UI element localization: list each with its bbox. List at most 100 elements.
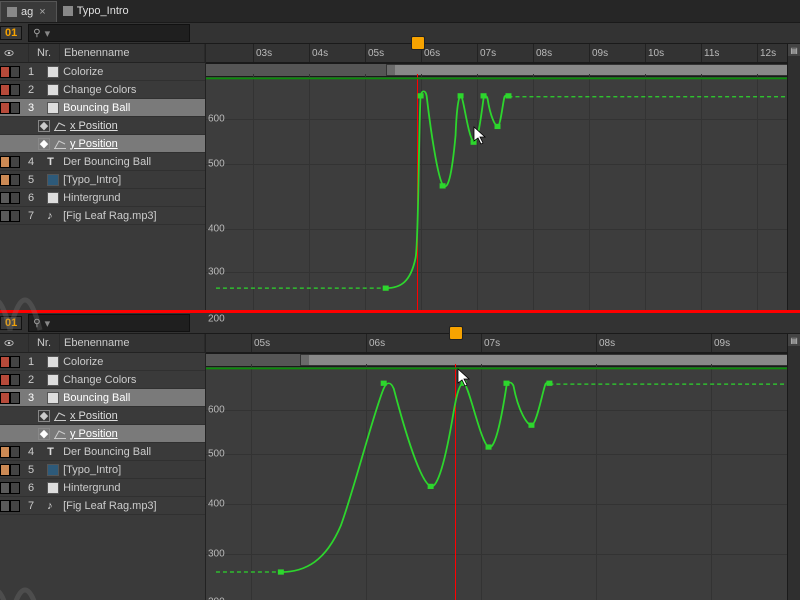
graph-editor-icon[interactable]	[54, 429, 66, 439]
property-row[interactable]: ◆ x Position	[0, 117, 205, 135]
graph-editor[interactable]: 05s06s07s08s09s 600500400300200 ▤	[206, 334, 800, 600]
visibility-toggle[interactable]	[0, 153, 10, 170]
keyframe	[461, 381, 467, 386]
ruler-tick: 04s	[309, 44, 328, 62]
vertical-scrollbar[interactable]: ▤	[787, 334, 800, 600]
stopwatch-icon[interactable]: ◆	[38, 410, 50, 422]
visibility-toggle[interactable]	[0, 461, 10, 478]
lock-toggle[interactable]	[10, 389, 20, 406]
lock-toggle[interactable]	[10, 461, 20, 478]
tab-typo-intro[interactable]: Typo_Intro	[57, 1, 139, 21]
close-icon[interactable]: ×	[39, 6, 45, 18]
property-name[interactable]: x Position	[70, 120, 118, 132]
lock-toggle[interactable]	[10, 189, 20, 206]
layer-row[interactable]: 6 Hintergrund	[0, 479, 205, 497]
property-name[interactable]: y Position	[70, 428, 118, 440]
vertical-scrollbar[interactable]: ▤	[787, 44, 800, 310]
visibility-toggle[interactable]	[0, 81, 10, 98]
visibility-toggle[interactable]	[0, 497, 10, 514]
layer-row[interactable]: 6 Hintergrund	[0, 189, 205, 207]
search-input[interactable]: ⚲▾	[28, 24, 190, 42]
visibility-toggle[interactable]	[0, 63, 10, 80]
tab-ag[interactable]: ag ×	[0, 1, 57, 22]
visibility-toggle[interactable]	[0, 171, 10, 188]
layer-row[interactable]: 1 Colorize	[0, 353, 205, 371]
property-name[interactable]: y Position	[70, 138, 118, 150]
property-row[interactable]: ◆ x Position	[0, 407, 205, 425]
visibility-toggle[interactable]	[0, 371, 10, 388]
search-icon: ⚲	[29, 318, 44, 329]
ruler-tick: 03s	[253, 44, 272, 62]
stopwatch-icon[interactable]: ◆	[38, 428, 50, 440]
lock-toggle[interactable]	[10, 207, 20, 224]
search-input[interactable]: ⚲▾	[28, 314, 190, 332]
layer-name[interactable]: Bouncing Ball	[42, 389, 205, 406]
graph-canvas[interactable]: 600500400300200	[206, 74, 800, 310]
property-row[interactable]: ◆ y Position	[0, 425, 205, 443]
layer-name[interactable]: Bouncing Ball	[42, 99, 205, 116]
property-row[interactable]: ◆ y Position	[0, 135, 205, 153]
timecode-display[interactable]: 01	[0, 316, 22, 330]
lock-toggle[interactable]	[10, 479, 20, 496]
layer-name[interactable]: [Typo_Intro]	[42, 461, 205, 478]
layer-row[interactable]: 3 Bouncing Ball	[0, 99, 205, 117]
lock-toggle[interactable]	[10, 99, 20, 116]
layer-row[interactable]: 2 Change Colors	[0, 81, 205, 99]
layer-name[interactable]: ♪[Fig Leaf Rag.mp3]	[42, 497, 205, 514]
lock-toggle[interactable]	[10, 81, 20, 98]
time-ruler[interactable]: 03s04s05s06s07s08s09s10s11s12s	[206, 44, 800, 63]
layer-name[interactable]: TDer Bouncing Ball	[42, 443, 205, 460]
visibility-toggle[interactable]	[0, 389, 10, 406]
layer-row[interactable]: 7 ♪[Fig Leaf Rag.mp3]	[0, 207, 205, 225]
layer-row[interactable]: 1 Colorize	[0, 63, 205, 81]
playhead-icon[interactable]	[411, 36, 425, 50]
collapse-button[interactable]: ▤	[788, 44, 800, 56]
layer-name[interactable]: ♪[Fig Leaf Rag.mp3]	[42, 207, 205, 224]
layer-row[interactable]: 3 Bouncing Ball	[0, 389, 205, 407]
visibility-toggle[interactable]	[0, 479, 10, 496]
lock-toggle[interactable]	[10, 63, 20, 80]
collapse-button[interactable]: ▤	[788, 334, 800, 346]
visibility-toggle[interactable]	[0, 353, 10, 370]
layer-name[interactable]: Hintergrund	[42, 189, 205, 206]
graph-editor-icon[interactable]	[54, 139, 66, 149]
lock-toggle[interactable]	[10, 353, 20, 370]
lock-toggle[interactable]	[10, 371, 20, 388]
layer-name[interactable]: TDer Bouncing Ball	[42, 153, 205, 170]
lock-toggle[interactable]	[10, 443, 20, 460]
visibility-toggle[interactable]	[0, 207, 10, 224]
visibility-toggle[interactable]	[0, 99, 10, 116]
layer-row[interactable]: 4 TDer Bouncing Ball	[0, 443, 205, 461]
visibility-toggle[interactable]	[0, 443, 10, 460]
ruler-tick: 05s	[251, 334, 270, 352]
timecode-display[interactable]: 01	[0, 26, 22, 40]
visibility-toggle[interactable]	[0, 189, 10, 206]
graph-editor-icon[interactable]	[54, 121, 66, 131]
layer-name[interactable]: Colorize	[42, 63, 205, 80]
property-name[interactable]: x Position	[70, 410, 118, 422]
layer-name[interactable]: Hintergrund	[42, 479, 205, 496]
time-ruler[interactable]: 05s06s07s08s09s	[206, 334, 800, 353]
graph-canvas[interactable]: 600500400300200	[206, 364, 800, 600]
lock-toggle[interactable]	[10, 153, 20, 170]
stopwatch-icon[interactable]: ◆	[38, 138, 50, 150]
layer-number: 1	[20, 353, 42, 370]
graph-editor[interactable]: 03s04s05s06s07s08s09s10s11s12s6005004003…	[206, 44, 800, 310]
layer-name[interactable]: Change Colors	[42, 371, 205, 388]
animation-curve	[386, 91, 509, 288]
playhead-icon[interactable]	[449, 326, 463, 340]
layer-name[interactable]: Colorize	[42, 353, 205, 370]
layer-name[interactable]: [Typo_Intro]	[42, 171, 205, 188]
layer-row[interactable]: 5 [Typo_Intro]	[0, 461, 205, 479]
stopwatch-icon[interactable]: ◆	[38, 120, 50, 132]
keyframe	[471, 140, 477, 145]
layer-number: 6	[20, 189, 42, 206]
lock-toggle[interactable]	[10, 171, 20, 188]
layer-row[interactable]: 5 [Typo_Intro]	[0, 171, 205, 189]
graph-editor-icon[interactable]	[54, 411, 66, 421]
layer-name[interactable]: Change Colors	[42, 81, 205, 98]
lock-toggle[interactable]	[10, 497, 20, 514]
layer-row[interactable]: 7 ♪[Fig Leaf Rag.mp3]	[0, 497, 205, 515]
layer-row[interactable]: 2 Change Colors	[0, 371, 205, 389]
layer-row[interactable]: 4 TDer Bouncing Ball	[0, 153, 205, 171]
